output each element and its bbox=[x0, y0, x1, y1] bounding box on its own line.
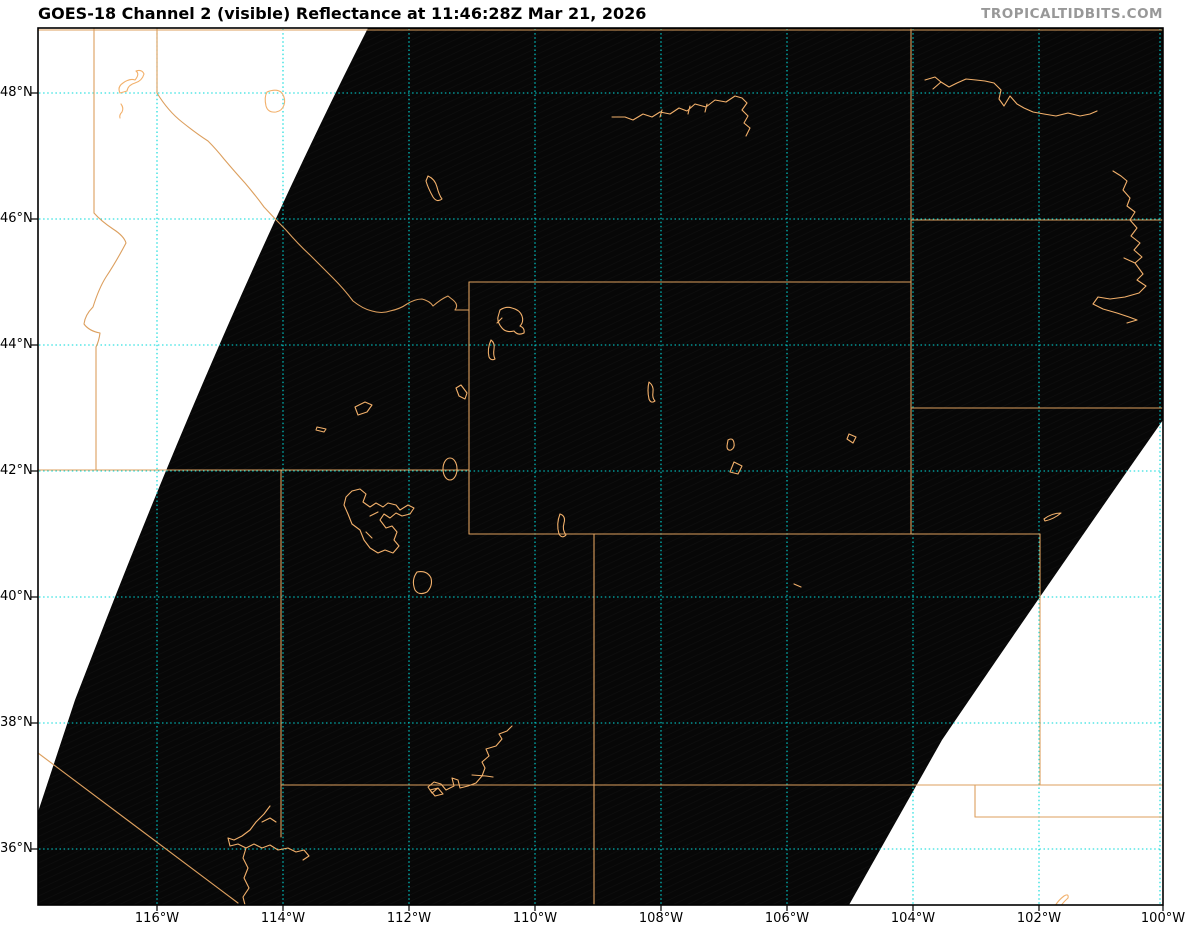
lat-tick-label: 42°N bbox=[0, 463, 33, 478]
lat-tick-label: 48°N bbox=[0, 85, 33, 100]
lon-tick-label: 100°W bbox=[1140, 911, 1186, 926]
lon-tick-label: 114°W bbox=[260, 911, 306, 926]
lon-tick-label: 104°W bbox=[890, 911, 936, 926]
lon-tick-label: 106°W bbox=[764, 911, 810, 926]
lat-tick-label: 40°N bbox=[0, 589, 33, 604]
lat-tick-label: 44°N bbox=[0, 337, 33, 352]
lon-tick-label: 116°W bbox=[134, 911, 180, 926]
lon-tick-label: 112°W bbox=[386, 911, 432, 926]
satellite-map-figure: GOES-18 Channel 2 (visible) Reflectance … bbox=[0, 0, 1200, 929]
lat-tick-label: 46°N bbox=[0, 211, 33, 226]
lon-tick-label: 108°W bbox=[638, 911, 684, 926]
lon-tick-label: 110°W bbox=[512, 911, 558, 926]
lon-tick-label: 102°W bbox=[1016, 911, 1062, 926]
map-canvas bbox=[31, 27, 1164, 911]
lat-tick-label: 36°N bbox=[0, 841, 33, 856]
lat-tick-label: 38°N bbox=[0, 715, 33, 730]
